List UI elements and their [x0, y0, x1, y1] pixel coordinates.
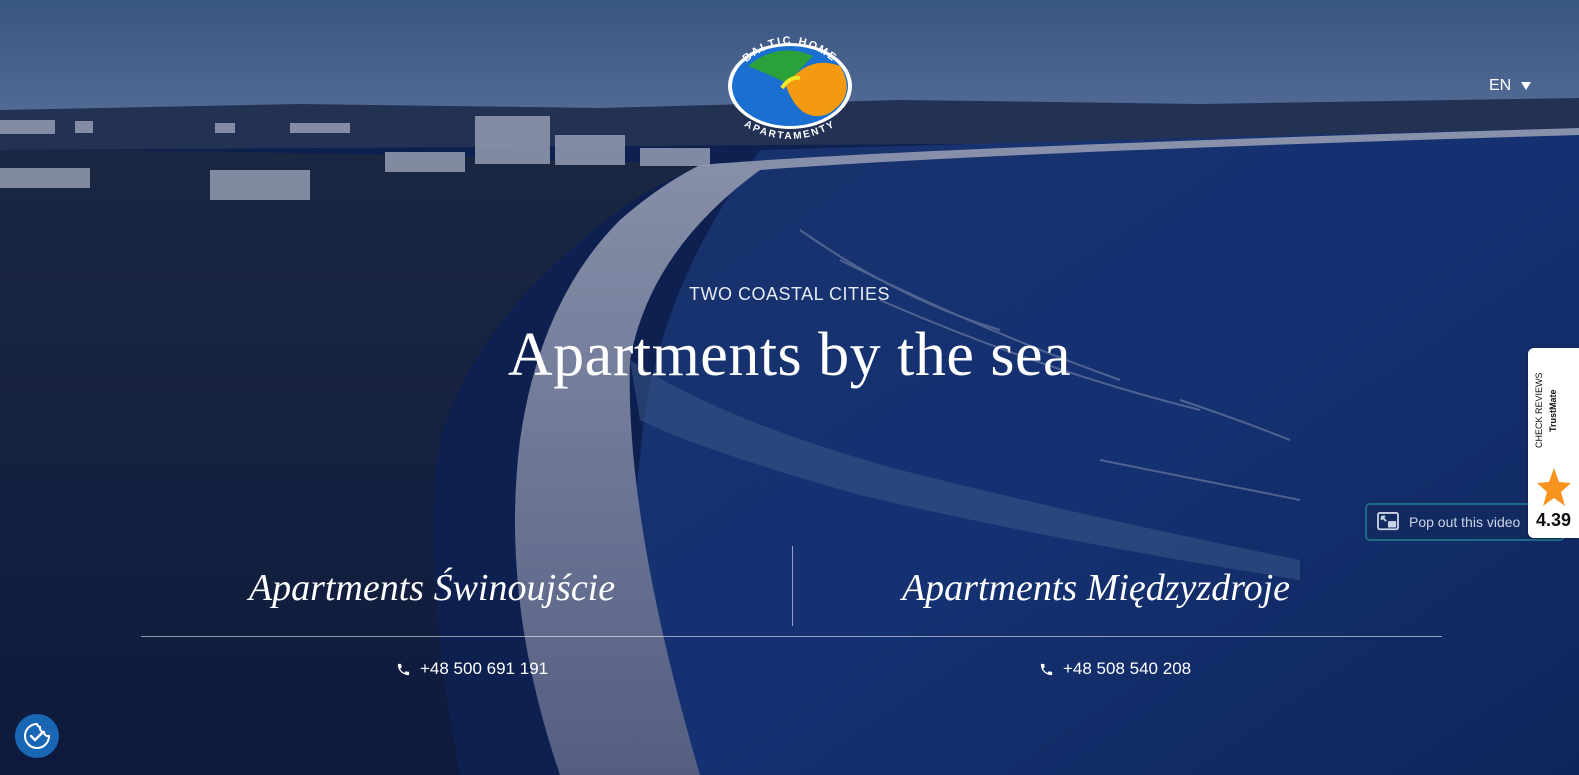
- language-selector[interactable]: EN: [1489, 77, 1532, 95]
- trustmate-reviews-widget[interactable]: CHECK REVIEWS TrustMate 4.39: [1528, 348, 1579, 538]
- phone-link-swinoujscie[interactable]: +48 500 691 191: [396, 659, 548, 679]
- language-current: EN: [1489, 77, 1512, 94]
- phone-number: +48 500 691 191: [420, 659, 549, 678]
- cookie-consent-button[interactable]: [15, 714, 59, 758]
- horizontal-divider: [141, 636, 1442, 637]
- city-link-miedzyzdroje[interactable]: Apartments Międzyzdroje: [776, 566, 1416, 610]
- phone-icon: [397, 663, 410, 675]
- star-icon: [1537, 468, 1571, 506]
- chevron-down-icon: [1521, 82, 1532, 90]
- phone-number: +48 508 540 208: [1063, 659, 1192, 678]
- phone-icon: [1040, 663, 1053, 675]
- phone-link-miedzyzdroje[interactable]: +48 508 540 208: [1039, 659, 1191, 679]
- trustmate-label: CHECK REVIEWS: [1534, 372, 1544, 448]
- cookie-consent-icon: [24, 722, 51, 749]
- trustmate-rating: 4.39: [1535, 510, 1572, 530]
- logo[interactable]: BALTIC HOME APARTAMENTY: [718, 26, 862, 150]
- hero-kicker: TWO COASTAL CITIES: [688, 284, 890, 304]
- trustmate-brand: TrustMate: [1548, 389, 1558, 432]
- baltic-home-logo-icon: BALTIC HOME APARTAMENTY: [728, 35, 852, 142]
- hero-headline: Apartments by the sea: [507, 321, 1072, 389]
- picture-in-picture-icon: [1377, 512, 1399, 531]
- city-link-swinoujscie[interactable]: Apartments Świnoujście: [112, 566, 752, 610]
- popout-label: Pop out this video: [1409, 514, 1521, 530]
